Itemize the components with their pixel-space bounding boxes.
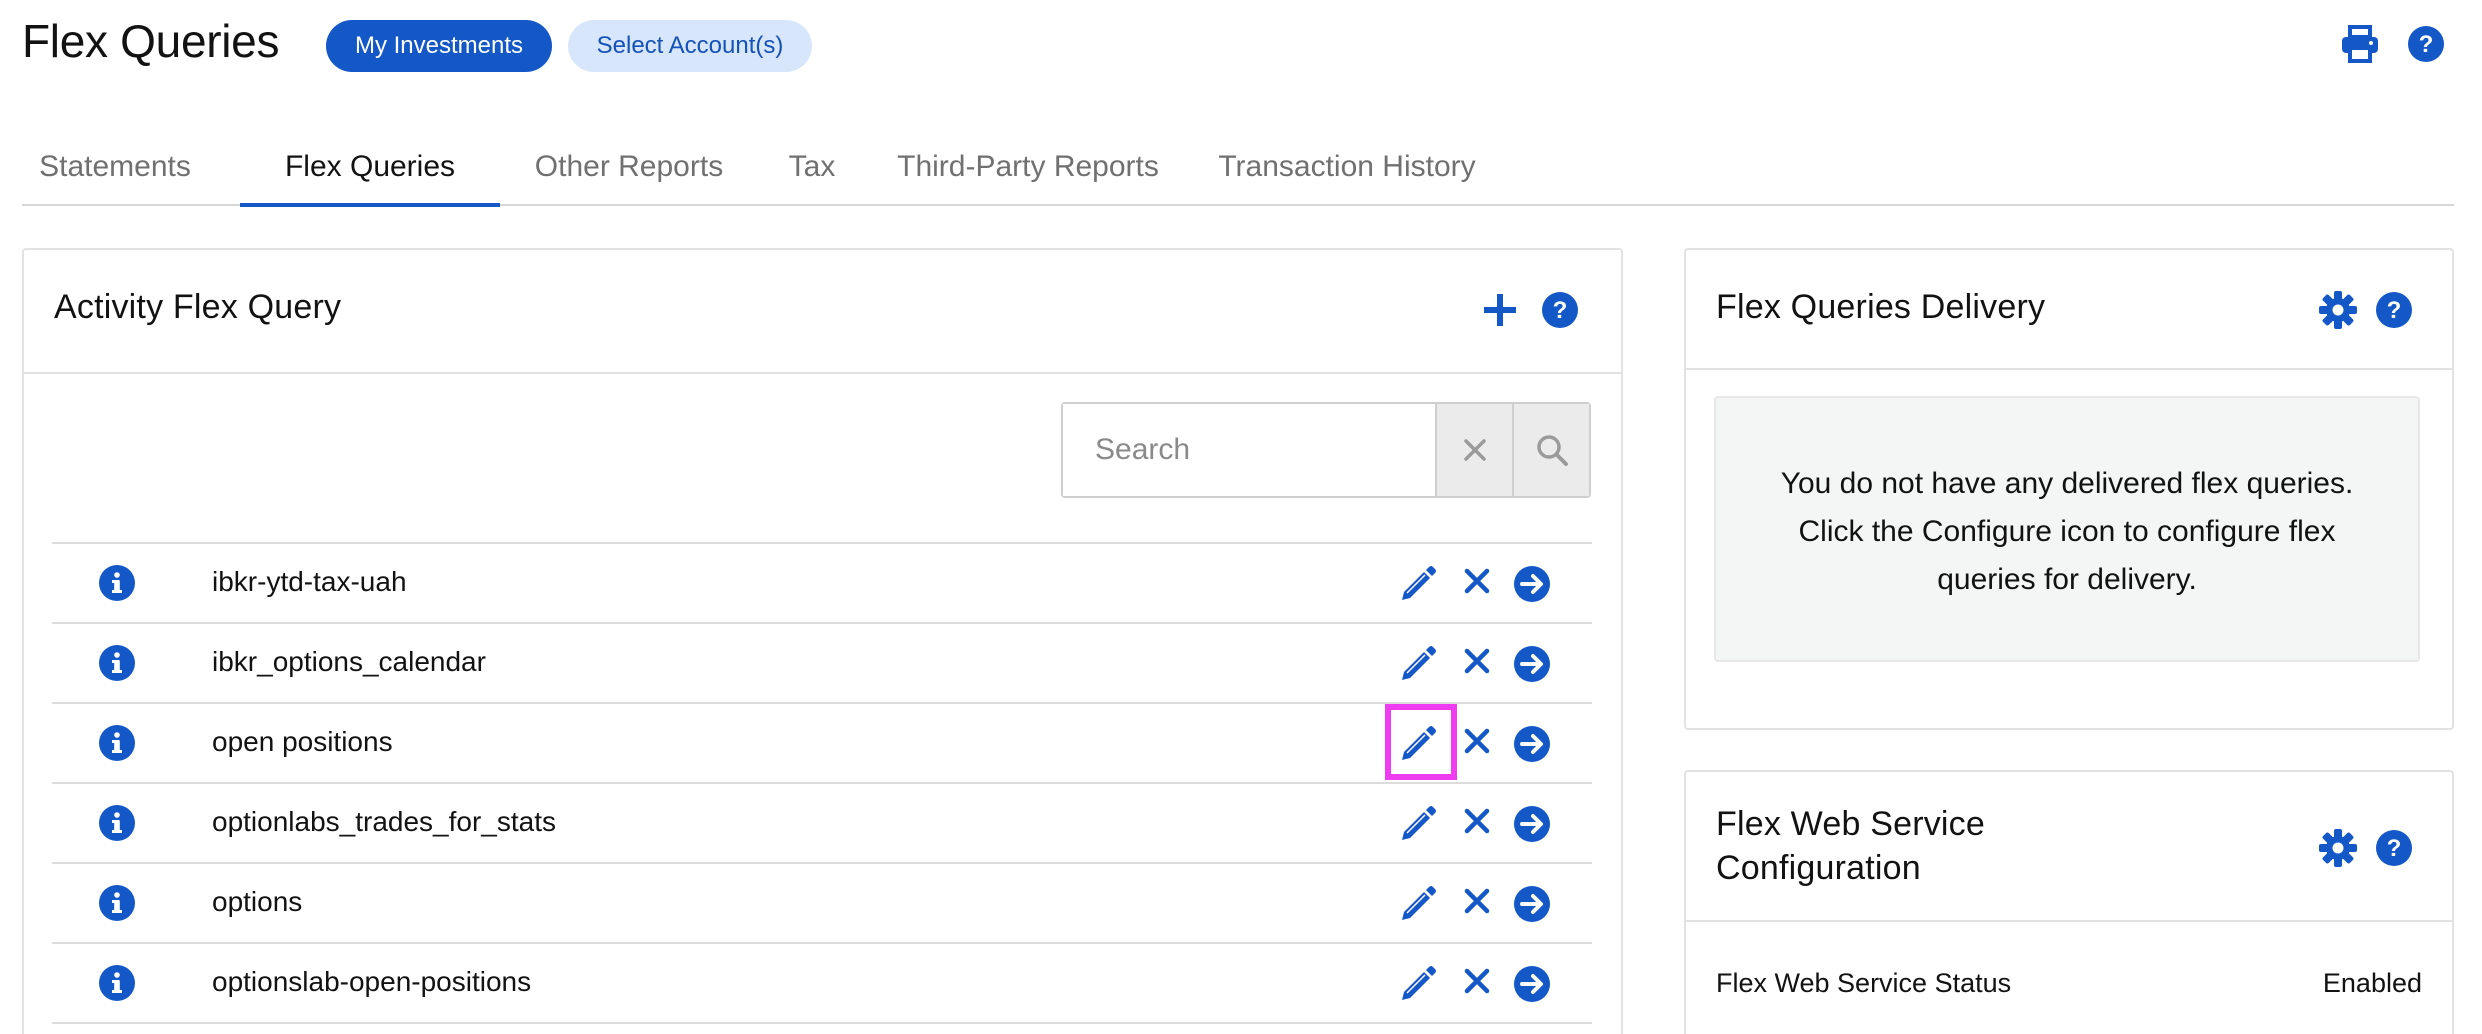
edit-icon[interactable]	[1398, 564, 1438, 609]
edit-icon[interactable]	[1398, 804, 1438, 849]
delete-icon[interactable]	[1462, 726, 1492, 761]
tab-statements[interactable]: Statements	[22, 150, 208, 206]
search-icon	[1536, 435, 1568, 466]
panel-title: Flex Queries Delivery	[1716, 288, 2046, 326]
tab-transaction-history[interactable]: Transaction History	[1192, 150, 1502, 206]
query-name: optionslab-open-positions	[212, 966, 532, 997]
tab-tax[interactable]: Tax	[760, 150, 864, 206]
table-row: ibkr-ytd-tax-uah	[52, 542, 1592, 622]
help-icon[interactable]: ?	[2374, 290, 2414, 335]
help-icon[interactable]: ?	[1540, 290, 1580, 335]
svg-text:?: ?	[2419, 31, 2434, 58]
run-arrow-icon[interactable]	[1512, 804, 1552, 849]
panel-title-line-2: Configuration	[1716, 849, 1921, 887]
status-value: Enabled	[2322, 968, 2422, 998]
edit-highlight-box	[1385, 704, 1457, 780]
select-accounts-button[interactable]: Select Account(s)	[568, 20, 812, 72]
svg-text:?: ?	[1553, 297, 1568, 324]
delete-icon[interactable]	[1462, 646, 1492, 681]
page-title: Flex Queries	[22, 15, 280, 67]
info-icon[interactable]	[98, 644, 136, 687]
table-row: options	[52, 862, 1592, 942]
delete-icon[interactable]	[1462, 966, 1492, 1001]
info-icon[interactable]	[98, 724, 136, 767]
query-name: options	[212, 886, 303, 917]
search-box	[1061, 402, 1591, 498]
table-row: ibkr_options_calendar	[52, 622, 1592, 702]
query-name: ibkr_options_calendar	[212, 646, 486, 677]
info-icon[interactable]	[98, 884, 136, 927]
tab-flex-queries[interactable]: Flex Queries	[240, 150, 500, 207]
panel-title: Activity Flex Query	[54, 288, 342, 326]
top-bar: Flex Queries My Investments Select Accou…	[0, 0, 2482, 90]
run-arrow-icon[interactable]	[1512, 964, 1552, 1009]
panel-title-line-1: Flex Web Service	[1716, 805, 1985, 843]
run-arrow-icon[interactable]	[1512, 884, 1552, 929]
delete-icon[interactable]	[1462, 806, 1492, 841]
print-icon[interactable]	[2340, 24, 2380, 64]
report-tabs: Statements Flex Queries Other Reports Ta…	[22, 150, 2454, 207]
no-deliveries-notice: You do not have any delivered flex queri…	[1714, 396, 2420, 662]
edit-icon[interactable]	[1398, 644, 1438, 689]
gear-icon[interactable]	[2318, 290, 2358, 335]
gear-icon[interactable]	[2318, 828, 2358, 873]
my-investments-button[interactable]: My Investments	[326, 20, 552, 72]
status-label: Flex Web Service Status	[1716, 968, 2012, 998]
search-button[interactable]	[1512, 404, 1589, 496]
help-icon[interactable]: ?	[2374, 828, 2414, 873]
clear-search-button[interactable]	[1435, 404, 1512, 496]
info-icon[interactable]	[98, 564, 136, 607]
delete-icon[interactable]	[1462, 886, 1492, 921]
notice-text: You do not have any delivered flex queri…	[1780, 467, 2354, 596]
panel-title: Flex Web Service Configuration	[1716, 802, 1985, 890]
list-bottom-border	[52, 1022, 1592, 1024]
table-row: optionslab-open-positions	[52, 942, 1592, 1022]
edit-icon[interactable]	[1398, 884, 1438, 929]
run-arrow-icon[interactable]	[1512, 564, 1552, 609]
info-icon[interactable]	[98, 804, 136, 847]
query-name: open positions	[212, 726, 393, 757]
edit-icon[interactable]	[1398, 964, 1438, 1009]
svg-text:?: ?	[2387, 297, 2402, 324]
divider	[1686, 920, 2452, 922]
tab-other-reports[interactable]: Other Reports	[506, 150, 752, 206]
divider	[24, 372, 1621, 374]
query-name: optionlabs_trades_for_stats	[212, 806, 556, 837]
run-arrow-icon[interactable]	[1512, 724, 1552, 769]
web-service-status-row: Flex Web Service Status Enabled	[1716, 968, 2422, 999]
help-icon[interactable]: ?	[2406, 24, 2446, 64]
close-icon	[1463, 439, 1486, 461]
tab-third-party-reports[interactable]: Third-Party Reports	[868, 150, 1188, 206]
divider	[1686, 368, 2452, 370]
table-row: open positions	[52, 702, 1592, 782]
info-icon[interactable]	[98, 964, 136, 1007]
search-input[interactable]	[1063, 404, 1435, 496]
svg-text:?: ?	[2387, 835, 2402, 862]
add-icon[interactable]	[1482, 292, 1518, 333]
query-name: ibkr-ytd-tax-uah	[212, 566, 407, 597]
delete-icon[interactable]	[1462, 566, 1492, 601]
run-arrow-icon[interactable]	[1512, 644, 1552, 689]
table-row: optionlabs_trades_for_stats	[52, 782, 1592, 862]
